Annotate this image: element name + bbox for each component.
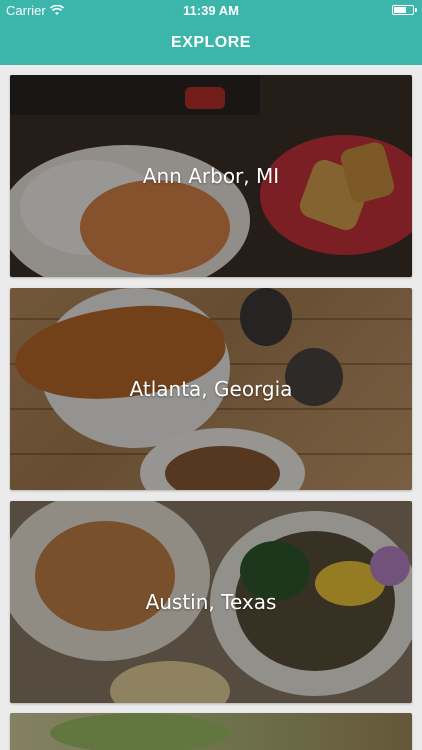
status-time: 11:39 AM xyxy=(183,3,239,18)
photo-overlay xyxy=(10,713,412,750)
city-name: Ann Arbor, MI xyxy=(142,164,280,188)
city-card-austin[interactable]: Austin, Texas xyxy=(10,501,412,703)
navigation-bar: Carrier 11:39 AM EXPLORE xyxy=(0,0,422,65)
city-card-ann-arbor[interactable]: Ann Arbor, MI xyxy=(10,75,412,277)
city-card-partial[interactable] xyxy=(10,713,412,750)
page-title: EXPLORE xyxy=(171,34,251,51)
city-name: Austin, Texas xyxy=(145,590,277,614)
battery-icon xyxy=(392,5,417,15)
city-list[interactable]: Ann Arbor, MI Atlanta, Georgia Austin, T… xyxy=(0,65,422,750)
city-card-atlanta[interactable]: Atlanta, Georgia xyxy=(10,288,412,490)
status-bar: Carrier 11:39 AM xyxy=(0,0,422,22)
explore-screen: Carrier 11:39 AM EXPLORE Ann Arbor, MI A… xyxy=(0,0,422,750)
city-name: Atlanta, Georgia xyxy=(129,377,293,401)
